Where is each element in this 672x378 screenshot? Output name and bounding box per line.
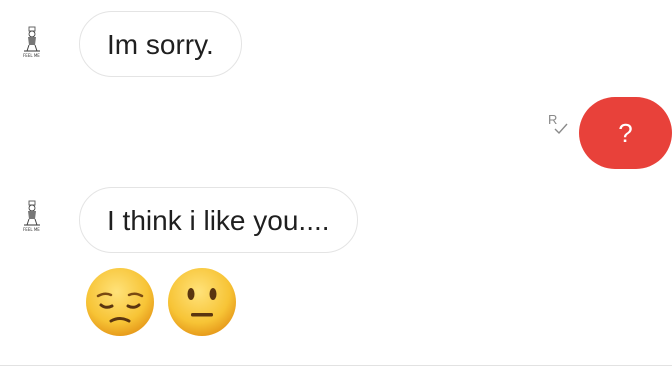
read-receipt: R — [548, 113, 574, 143]
svg-text:FEEL ME: FEEL ME — [23, 53, 40, 58]
sender-avatar[interactable]: FEEL ME — [20, 26, 44, 60]
avatar-sketch-icon: FEEL ME — [23, 200, 40, 232]
divider — [0, 365, 672, 366]
message-text: Im sorry. — [107, 29, 214, 60]
message-bubble-incoming[interactable]: I think i like you.... — [79, 187, 358, 253]
check-icon — [554, 123, 568, 135]
pensive-face-emoji — [84, 266, 156, 338]
chat-thread: FEEL ME Im sorry. R ? FEEL ME I think i … — [0, 0, 672, 378]
message-bubble-incoming[interactable]: Im sorry. — [79, 11, 242, 77]
message-text: ? — [618, 118, 633, 148]
neutral-face-icon — [168, 268, 236, 336]
message-text: I think i like you.... — [107, 205, 330, 236]
sender-avatar[interactable]: FEEL ME — [20, 200, 44, 234]
neutral-face-emoji — [166, 266, 238, 338]
message-bubble-outgoing[interactable]: ? — [579, 97, 672, 169]
avatar-sketch-icon: FEEL ME — [23, 26, 40, 58]
emoji-message[interactable] — [84, 266, 238, 338]
pensive-face-icon — [86, 268, 154, 336]
svg-text:FEEL ME: FEEL ME — [23, 227, 40, 232]
